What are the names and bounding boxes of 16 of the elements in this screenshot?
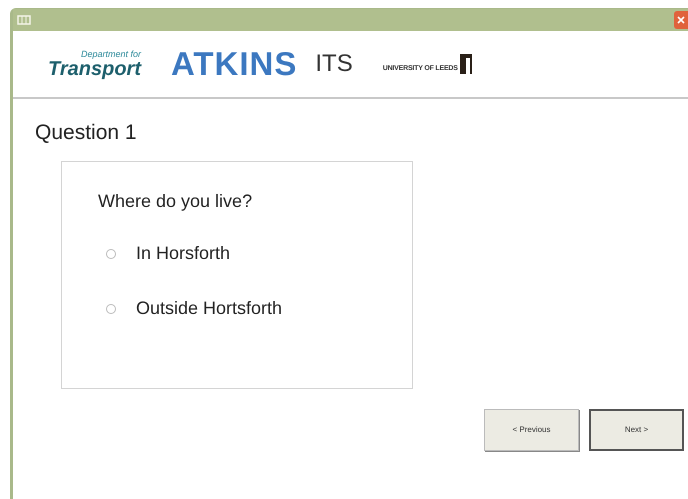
nav-button[interactable]: Next > bbox=[589, 409, 684, 451]
its-logo: ITS bbox=[315, 49, 353, 79]
nav-button[interactable]: < Previous bbox=[484, 409, 579, 451]
radio-button[interactable] bbox=[106, 304, 116, 314]
question-text: Where do you live? bbox=[98, 190, 254, 213]
logo-text: Department for bbox=[80, 50, 141, 58]
app-icon bbox=[17, 15, 31, 25]
close-icon bbox=[677, 16, 685, 24]
atkins-logo: ATKINS bbox=[170, 44, 298, 84]
crest-icon bbox=[460, 54, 472, 74]
radio-button[interactable] bbox=[106, 248, 116, 258]
question-heading: Question 1 bbox=[35, 120, 138, 146]
close-button[interactable] bbox=[674, 11, 688, 29]
logo-text: Transport bbox=[48, 58, 141, 78]
radio-option[interactable]: In Horsforth bbox=[106, 240, 412, 267]
radio-option[interactable]: Outside Hortsforth bbox=[106, 295, 412, 322]
